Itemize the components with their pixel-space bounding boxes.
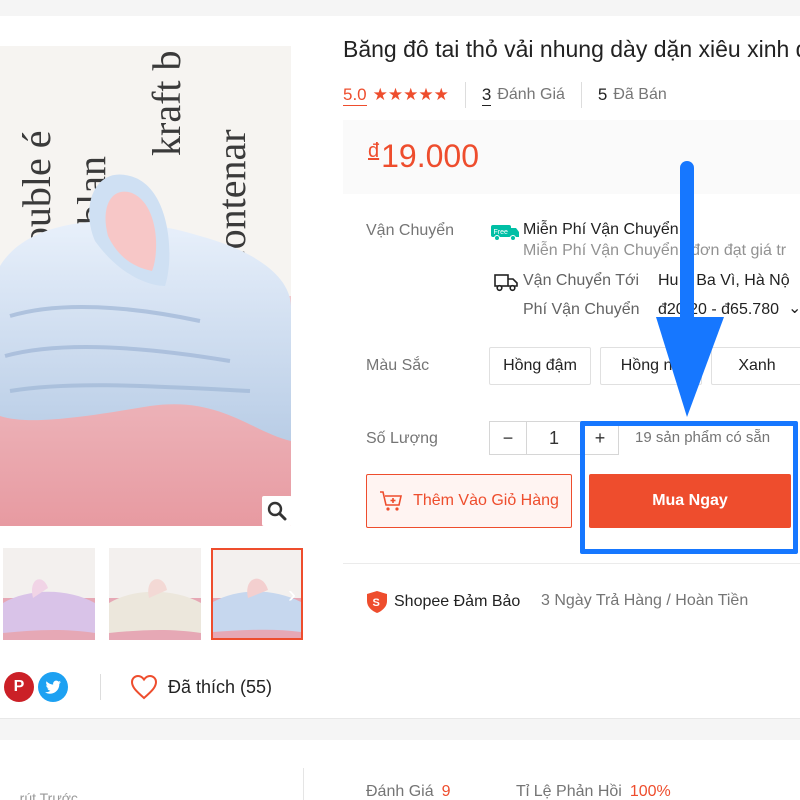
guarantee-detail: 3 Ngày Trả Hàng / Hoàn Tiền <box>541 592 749 609</box>
quantity-label: Số Lượng <box>366 430 438 447</box>
shopee-shield-icon: S <box>367 591 387 613</box>
review-label: Đánh Giá <box>497 86 565 103</box>
annotation-arrow-down-icon <box>656 161 724 417</box>
magnifier-icon[interactable] <box>262 496 292 526</box>
top-background-strip <box>0 0 800 16</box>
star-rating-icon: ★★★★★ <box>372 85 449 104</box>
quantity-input[interactable]: 1 <box>526 421 582 455</box>
section-gap <box>0 718 800 740</box>
shipping-label: Vận Chuyển <box>366 222 455 239</box>
chevron-down-icon[interactable]: ⌄ <box>788 298 800 318</box>
shop-rating-stat: Đánh Giá 9 <box>366 783 451 800</box>
price-section: đ19.000 <box>343 120 800 194</box>
twitter-icon[interactable] <box>38 672 68 702</box>
ship-to-label: Vận Chuyển Tới <box>523 272 640 289</box>
shop-left-text: ...rút Trước <box>8 790 78 800</box>
shop-response-stat: Tỉ Lệ Phản Hồi 100% <box>516 783 671 800</box>
add-to-cart-label: Thêm Vào Giỏ Hàng <box>413 492 559 509</box>
pinterest-icon[interactable]: P <box>4 672 34 702</box>
guarantee-title: Shopee Đảm Bảo <box>394 593 521 610</box>
product-photo: Double é t blan kraft b Contenar <box>0 46 291 526</box>
shipping-fee-label: Phí Vận Chuyển <box>523 301 640 318</box>
svg-text:Free: Free <box>494 229 509 236</box>
review-count[interactable]: 3 <box>481 85 492 106</box>
shop-divider <box>303 768 304 800</box>
shopee-guarantee[interactable]: S Shopee Đảm Bảo <box>366 590 520 614</box>
color-label: Màu Sắc <box>366 357 430 374</box>
svg-text:kraft b: kraft b <box>144 50 189 156</box>
currency-symbol: đ <box>368 140 380 162</box>
sold-separator <box>580 82 582 108</box>
quantity-decrease-button[interactable]: − <box>489 421 527 455</box>
rating-separator <box>464 82 466 108</box>
social-divider <box>100 674 101 700</box>
rating-row: 5.0 ★★★★★ 3 Đánh Giá 5 Đã Bán <box>343 82 667 108</box>
like-count-label: Đã thích (55) <box>168 676 273 697</box>
rating-value[interactable]: 5.0 <box>343 85 367 106</box>
sold-label: Đã Bán <box>613 86 667 103</box>
cart-plus-icon <box>380 491 403 511</box>
thumbnail-cream[interactable] <box>109 548 201 640</box>
color-option-hong-dam[interactable]: Hồng đậm <box>489 347 591 385</box>
section-divider <box>343 563 800 564</box>
main-product-image[interactable]: Double é t blan kraft b Contenar <box>0 46 291 526</box>
like-button[interactable]: Đã thích (55) <box>130 672 272 702</box>
heart-icon <box>130 674 158 700</box>
chevron-right-icon[interactable]: › <box>282 580 302 610</box>
sold-count: 5 <box>597 85 608 104</box>
shop-rating-value: 9 <box>441 783 451 800</box>
truck-icon <box>494 274 518 292</box>
product-price: đ19.000 <box>368 138 479 175</box>
free-shipping-icon: Free <box>491 225 519 241</box>
svg-text:S: S <box>373 597 380 609</box>
thumbnail-pink[interactable] <box>3 548 95 640</box>
add-to-cart-button[interactable]: Thêm Vào Giỏ Hàng <box>366 474 572 528</box>
price-value: 19.000 <box>381 138 479 174</box>
annotation-highlight-box <box>580 421 798 554</box>
shop-response-value: 100% <box>629 783 671 800</box>
shop-rating-label: Đánh Giá <box>366 783 434 800</box>
shop-response-label: Tỉ Lệ Phản Hồi <box>516 783 622 800</box>
product-title: Băng đô tai thỏ vải nhung dày dặn xiêu x… <box>343 36 800 62</box>
